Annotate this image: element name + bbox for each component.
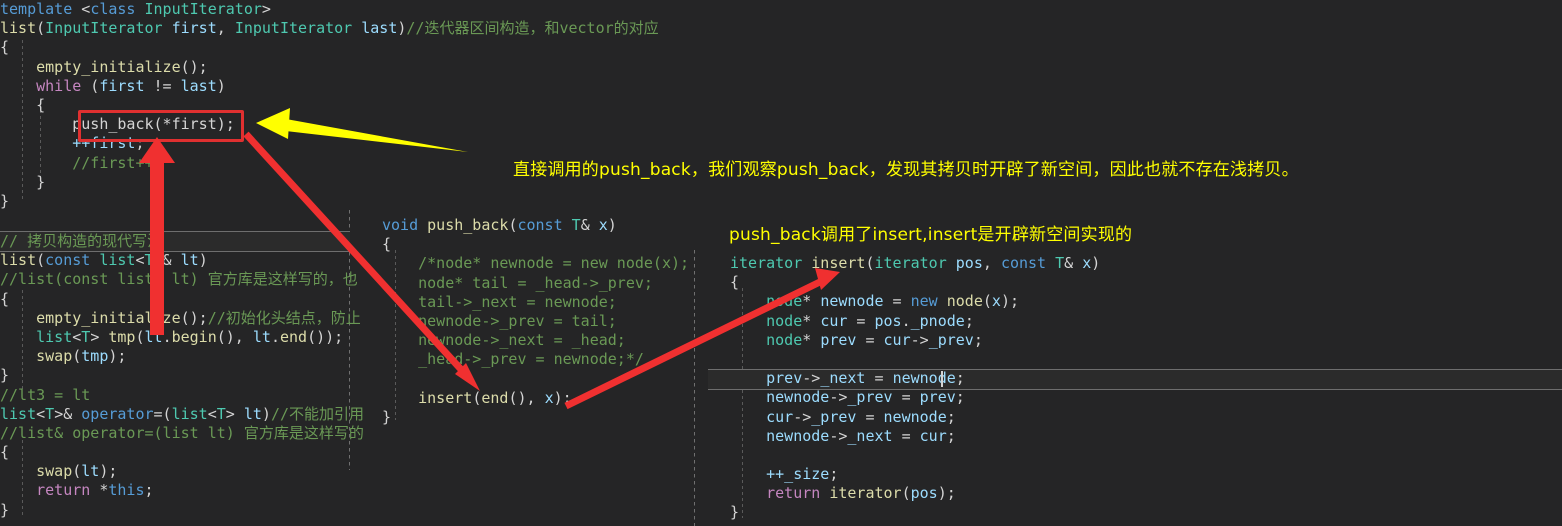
code-line: empty_initialize();//初始化头结点，防止 (36, 308, 361, 327)
code-line: insert(end(), x); (418, 388, 572, 407)
code-line: // 拷贝构造的现代写法 (0, 232, 163, 250)
code-line: template <class InputIterator> (0, 0, 271, 18)
code-line: //list& operator=(list lt) 官方库是这样写的 (0, 423, 364, 442)
code-line: { (382, 235, 392, 254)
text-cursor (941, 371, 943, 387)
code-line: { (730, 273, 740, 292)
code-line: node* prev = cur->_prev; (730, 330, 983, 349)
code-pane-copy-constructor[interactable]: // 拷贝构造的现代写法 list(const list<T>& lt)//lis… (0, 232, 364, 520)
code-line: //lt3 = lt (0, 385, 91, 404)
code-line: ++_size; (766, 465, 839, 484)
code-line: iterator insert(iterator pos, const T& x… (730, 254, 1101, 272)
code-line: newnode->_next = _head; (382, 331, 626, 350)
code-line: node* cur = pos._pnode; (730, 311, 974, 330)
code-line: return iterator(pos); (766, 484, 956, 503)
code-line: } (382, 407, 392, 426)
code-line: list<T>& operator=(list<T> lt)//不能加引用 (0, 404, 364, 423)
code-line: list(const list<T>& lt) (0, 251, 208, 270)
code-pane-insert[interactable]: iterator insert(iterator pos, const T& x… (730, 254, 1290, 523)
code-line: } (0, 191, 10, 210)
code-line: newnode->_next = cur; (766, 426, 956, 445)
code-line: swap(lt); (36, 462, 118, 481)
code-line: { (0, 443, 10, 462)
code-line: while (first != last) (36, 76, 226, 95)
code-editor-canvas: template <class InputIterator> list(Input… (0, 0, 1562, 526)
code-line: //list(const list& lt) 官方库是这样写的，也 (0, 270, 358, 289)
annotation-note-2: push_back调用了insert,insert是开辟新空间实现的 (729, 225, 1133, 245)
code-line: node* tail = _head->_prev; (382, 273, 653, 292)
code-line: } (730, 503, 740, 522)
code-line: return *this; (36, 481, 154, 500)
code-line: { (0, 289, 10, 308)
code-pane-push-back[interactable]: void push_back(const T& x){ /*node* newn… (382, 216, 702, 427)
code-line: /*node* newnode = new node(x); (382, 254, 690, 273)
code-line: prev->_next = newnode; (766, 369, 965, 388)
code-line: newnode->_prev = tail; (382, 311, 617, 330)
code-line: swap(tmp); (36, 347, 127, 366)
code-line: } (0, 500, 10, 519)
code-line: void push_back(const T& x) (382, 216, 617, 234)
code-line: { (0, 38, 10, 57)
code-line: list(InputIterator first, InputIterator … (0, 19, 659, 38)
code-line: list<T> tmp(lt.begin(), lt.end()); (36, 327, 344, 346)
push-back-call-highlight-box (78, 110, 244, 142)
code-line: node* newnode = new node(x); (730, 292, 1019, 311)
code-line: tail->_next = newnode; (382, 292, 617, 311)
code-line: } (0, 366, 10, 385)
code-line: cur->_prev = newnode; (766, 407, 956, 426)
annotation-note-1: 直接调用的push_back，我们观察push_back，发现其拷贝时开辟了新空… (513, 160, 1299, 180)
code-line: _head->_prev = newnode;*/ (382, 350, 644, 369)
code-line: empty_initialize(); (36, 57, 208, 76)
code-line: newnode->_prev = prev; (766, 388, 965, 407)
